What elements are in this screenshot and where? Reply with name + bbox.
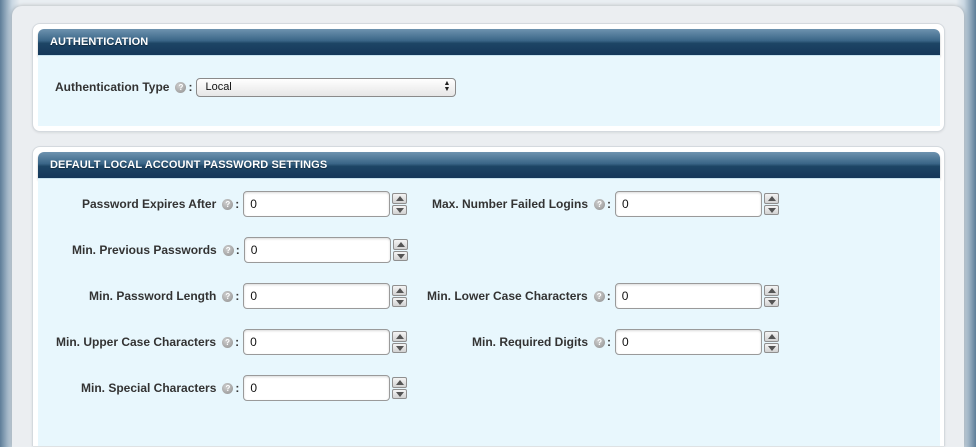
min-upper-case-input[interactable]: 0 (243, 329, 391, 355)
help-icon[interactable]: ? (222, 244, 234, 256)
authentication-type-field: Authentication Type ? : Local ▲ ▼ (55, 74, 457, 100)
min-upper-case-label: Min. Upper Case Characters (56, 335, 217, 349)
password-settings-panel: DEFAULT LOCAL ACCOUNT PASSWORD SETTINGS … (32, 146, 945, 446)
min-special-characters-field: Min. Special Characters ? : 0 (81, 375, 408, 401)
decrement-arrow-icon[interactable] (763, 296, 779, 307)
label-colon: : (235, 197, 240, 211)
min-special-characters-label: Min. Special Characters (81, 381, 217, 395)
label-colon: : (235, 381, 240, 395)
password-expires-after-label: Password Expires After (82, 197, 217, 211)
min-required-digits-stepper[interactable] (764, 331, 780, 353)
min-lower-case-input[interactable]: 0 (614, 283, 762, 309)
increment-arrow-icon[interactable] (763, 285, 779, 296)
min-special-characters-stepper[interactable] (392, 377, 408, 399)
max-failed-logins-input[interactable]: 0 (615, 191, 763, 217)
label-colon: : (607, 335, 612, 349)
min-password-length-stepper[interactable] (392, 285, 408, 307)
help-icon[interactable]: ? (175, 81, 187, 93)
increment-arrow-icon[interactable] (392, 193, 408, 204)
decrement-arrow-icon[interactable] (764, 204, 780, 215)
settings-page: AUTHENTICATION Authentication Type ? : L… (12, 6, 964, 447)
increment-arrow-icon[interactable] (764, 193, 780, 204)
decrement-arrow-icon[interactable] (392, 388, 408, 399)
min-upper-case-stepper[interactable] (392, 331, 408, 353)
authentication-panel: AUTHENTICATION Authentication Type ? : L… (32, 23, 945, 132)
max-failed-logins-field: Max. Number Failed Logins ? : 0 (432, 191, 780, 217)
authentication-type-select[interactable]: Local ▲ ▼ (196, 77, 457, 97)
decrement-arrow-icon[interactable] (392, 342, 408, 353)
help-icon[interactable]: ? (222, 382, 234, 394)
min-previous-passwords-stepper[interactable] (392, 239, 408, 261)
label-colon: : (235, 289, 240, 303)
min-password-length-label: Min. Password Length (89, 289, 217, 303)
max-failed-logins-label: Max. Number Failed Logins (432, 197, 589, 211)
min-required-digits-label: Min. Required Digits (472, 335, 589, 349)
label-colon: : (606, 289, 611, 303)
min-lower-case-label: Min. Lower Case Characters (427, 289, 588, 303)
min-previous-passwords-input[interactable]: 0 (243, 237, 391, 263)
decrement-arrow-icon[interactable] (392, 204, 408, 215)
help-icon[interactable]: ? (222, 336, 234, 348)
increment-arrow-icon[interactable] (392, 377, 408, 388)
password-expires-after-field: Password Expires After ? : 0 (82, 191, 408, 217)
increment-arrow-icon[interactable] (392, 331, 408, 342)
authentication-type-label: Authentication Type (55, 80, 170, 94)
label-colon: : (607, 197, 612, 211)
increment-arrow-icon[interactable] (392, 239, 408, 250)
max-failed-logins-stepper[interactable] (764, 193, 780, 215)
authentication-type-value: Local (205, 80, 232, 93)
min-upper-case-field: Min. Upper Case Characters ? : 0 (56, 329, 408, 355)
label-colon: : (188, 80, 193, 94)
min-lower-case-field: Min. Lower Case Characters ? : 0 (427, 283, 779, 309)
label-colon: : (235, 335, 240, 349)
min-required-digits-field: Min. Required Digits ? : 0 (472, 329, 780, 355)
min-password-length-field: Min. Password Length ? : 0 (89, 283, 408, 309)
min-password-length-input[interactable]: 0 (243, 283, 391, 309)
authentication-header: AUTHENTICATION (38, 29, 940, 55)
password-expires-after-input[interactable]: 0 (243, 191, 391, 217)
decrement-arrow-icon[interactable] (764, 342, 780, 353)
authentication-body: Authentication Type ? : Local ▲ ▼ (38, 55, 940, 126)
help-icon[interactable]: ? (222, 198, 234, 210)
help-icon[interactable]: ? (222, 290, 234, 302)
min-previous-passwords-label: Min. Previous Passwords (72, 243, 217, 257)
min-required-digits-input[interactable]: 0 (615, 329, 763, 355)
help-icon[interactable]: ? (593, 290, 605, 302)
decrement-arrow-icon[interactable] (392, 296, 408, 307)
min-previous-passwords-field: Min. Previous Passwords ? : 0 (72, 237, 408, 263)
password-settings-body: Password Expires After ? : 0 Min. Previo… (38, 178, 940, 446)
help-icon[interactable]: ? (594, 198, 606, 210)
decrement-arrow-icon[interactable] (392, 250, 408, 261)
increment-arrow-icon[interactable] (392, 285, 408, 296)
min-special-characters-input[interactable]: 0 (243, 375, 391, 401)
increment-arrow-icon[interactable] (764, 331, 780, 342)
password-expires-after-stepper[interactable] (392, 193, 408, 215)
label-colon: : (235, 243, 240, 257)
min-lower-case-stepper[interactable] (763, 285, 779, 307)
select-arrows-icon: ▲ ▼ (443, 79, 451, 93)
password-settings-header: DEFAULT LOCAL ACCOUNT PASSWORD SETTINGS (38, 152, 940, 178)
help-icon[interactable]: ? (594, 336, 606, 348)
